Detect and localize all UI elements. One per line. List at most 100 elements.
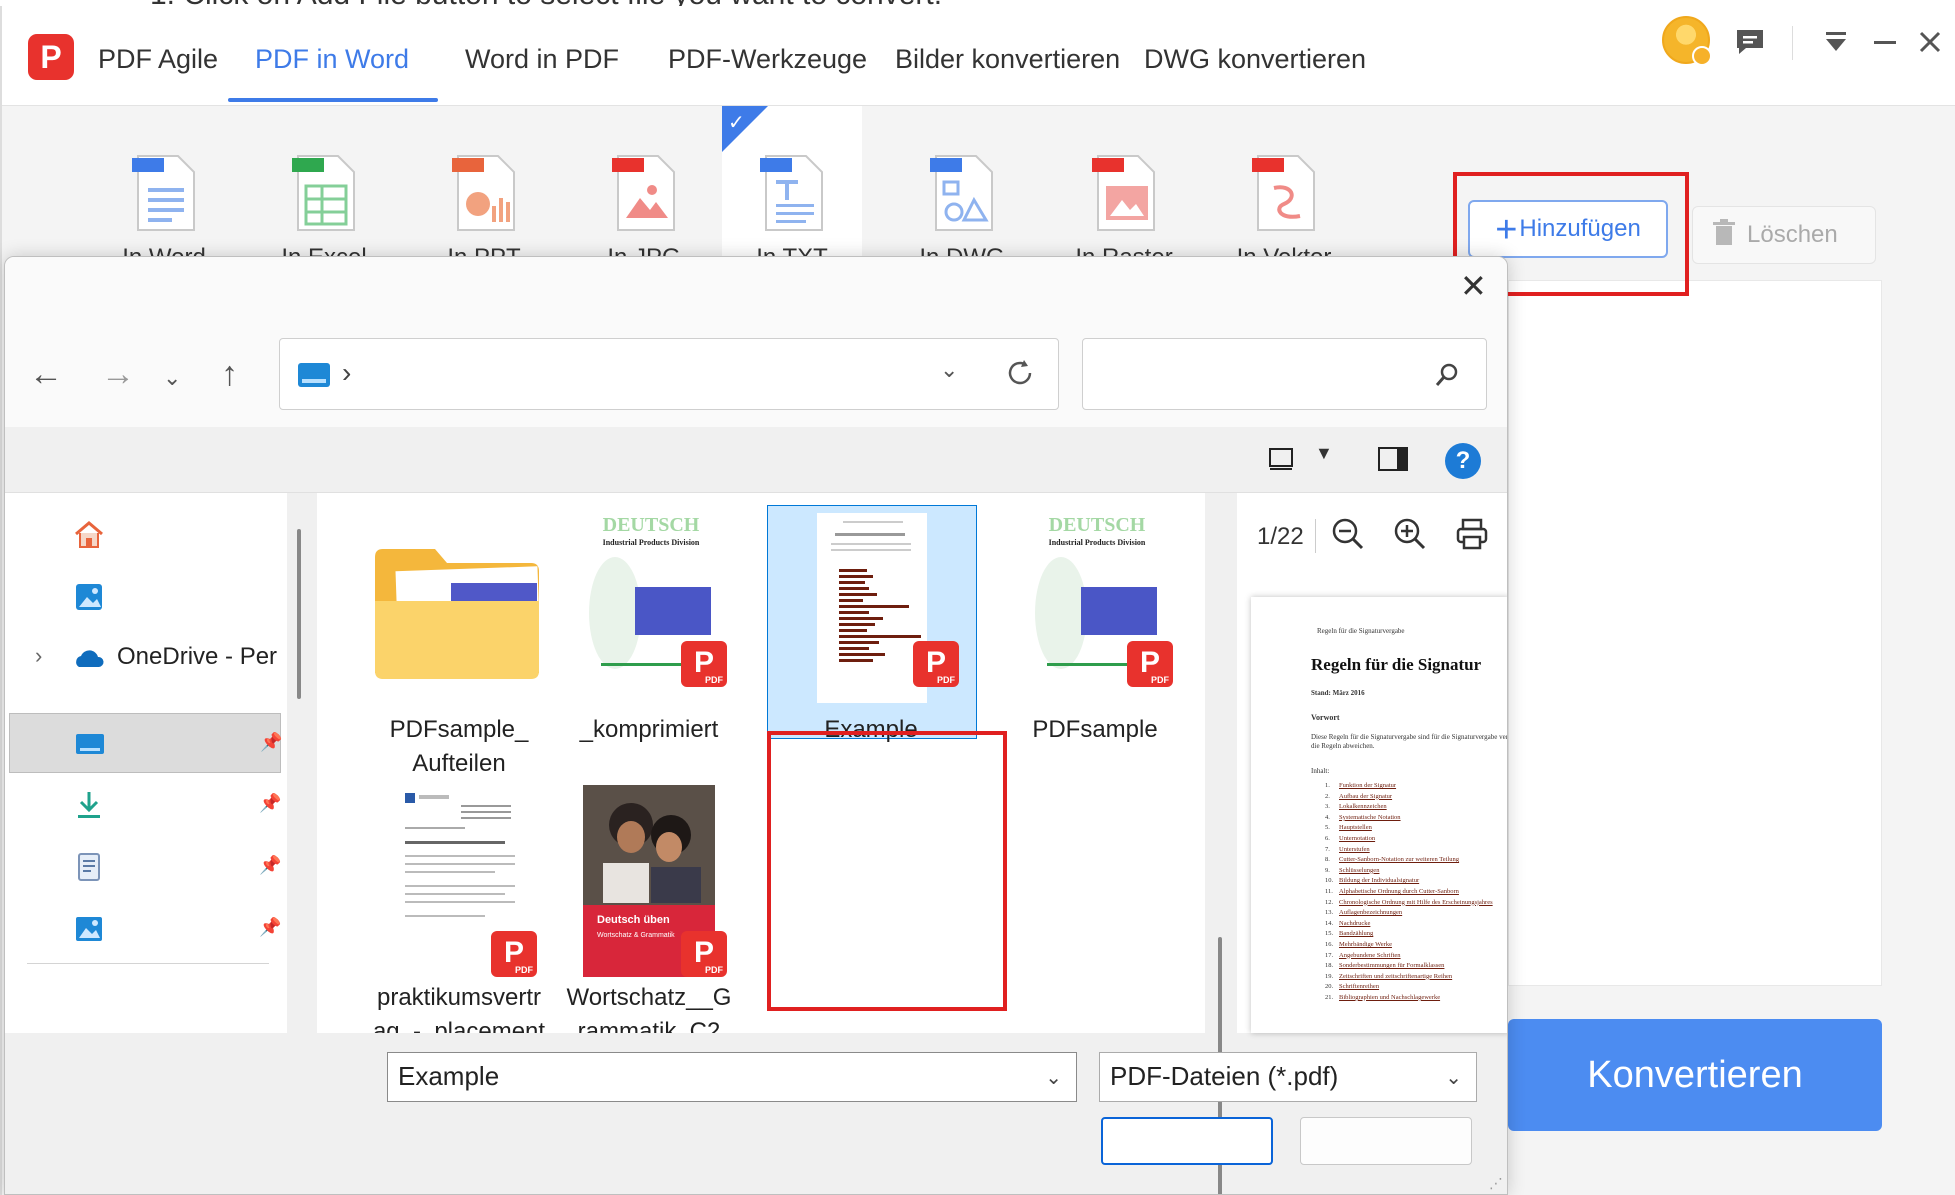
file-item-pdfsample[interactable]: DEUTSCH Industrial Products Division P PD… — [997, 513, 1193, 743]
tool-in-excel[interactable]: In Excel — [254, 106, 394, 271]
preview-divider — [1315, 519, 1316, 553]
file-name: PDFsample — [1032, 716, 1158, 743]
gallery-icon — [76, 584, 102, 610]
cancel-button[interactable] — [1300, 1117, 1472, 1165]
toc-text: Hauptstellen — [1339, 824, 1372, 832]
view-mode-icon[interactable] — [1267, 445, 1295, 473]
open-button[interactable] — [1101, 1117, 1273, 1165]
toc-entry: 19. Zeitschriften und zeitschriftenartige… — [1325, 972, 1507, 983]
up-arrow-icon[interactable]: ↑ — [221, 355, 238, 394]
tool-in-jpg[interactable]: In JPG — [574, 106, 714, 271]
toc-entry: 21. Bibliographien und Nachschlagewerke — [1325, 993, 1507, 1004]
pin-icon[interactable]: 📌 — [259, 793, 281, 813]
dwg-file-icon — [930, 155, 993, 231]
filename-input[interactable]: Example ⌄ — [387, 1052, 1077, 1102]
sidebar-item-downloads[interactable]: 📌 — [9, 775, 281, 835]
address-dropdown-chevron-icon[interactable]: ⌄ — [940, 357, 958, 383]
title-bar: P PDF Agile PDF in Word Word in PDF PDF-… — [2, 6, 1955, 106]
zoom-in-icon[interactable] — [1393, 517, 1427, 551]
tool-in-vektor[interactable]: In Vektor — [1214, 106, 1354, 271]
back-arrow-icon[interactable]: ← — [29, 355, 63, 394]
preview-toc: 1. Funktion der Signatur 2. Aufbau der Sign… — [1325, 781, 1507, 1004]
preview-pane-icon[interactable] — [1377, 445, 1409, 473]
preview-pane: 1/22 Regeln für die Signaturvergabe Rege… — [1237, 493, 1507, 1033]
feedback-icon[interactable] — [1732, 24, 1768, 60]
dialog-close-icon[interactable]: ✕ — [1460, 267, 1487, 305]
dropdown-menu-icon[interactable] — [1818, 24, 1854, 60]
sidebar-item-gallery[interactable] — [9, 567, 281, 627]
tool-in-txt[interactable]: ✓ In TXT — [722, 106, 862, 271]
preview-page: Regeln für die Signaturvergabe Regeln fü… — [1251, 597, 1507, 1033]
filetype-select[interactable]: PDF-Dateien (*.pdf) ⌄ — [1099, 1052, 1477, 1102]
preview-section: Vorwort — [1311, 713, 1340, 722]
active-tab-underline — [228, 98, 438, 102]
refresh-icon[interactable] — [1004, 357, 1036, 389]
sidebar-item-home[interactable] — [9, 505, 281, 565]
file-name-line-1: Wortschatz__G — [566, 984, 732, 1011]
file-item-folder[interactable]: PDFsample_ Aufteilen — [361, 513, 557, 777]
navigation-pane: › OneDrive - Per 📌 📌 📌 📌 — [5, 493, 287, 1033]
toc-number: 4. — [1325, 813, 1330, 821]
file-name: PDFsample_ Aufteilen — [361, 713, 557, 781]
pin-icon[interactable]: 📌 — [260, 732, 282, 752]
zoom-out-icon[interactable] — [1331, 517, 1365, 551]
delete-button[interactable]: Löschen — [1692, 206, 1876, 264]
tool-in-dwg[interactable]: In DWG — [892, 106, 1032, 271]
toc-entry: 13. Auflagenbezeichnungen — [1325, 908, 1507, 919]
file-item-praktikumsvertrag[interactable]: P PDF praktikumsvertr ag_-_placement — [361, 785, 557, 1033]
toc-text: Sonderbestimmungen für Formalklassen — [1339, 962, 1445, 970]
jpg-file-icon — [612, 155, 675, 231]
address-bar[interactable]: › ⌄ — [279, 338, 1059, 410]
toc-number: 16. — [1325, 940, 1334, 948]
pdf-raster-file-icon — [1092, 155, 1155, 231]
search-box[interactable] — [1082, 338, 1487, 410]
tool-in-raster[interactable]: In Raster — [1054, 106, 1194, 271]
desktop-icon — [76, 734, 104, 754]
toc-entry: 20. Schriftenreihen — [1325, 982, 1507, 993]
sidebar-item-pictures[interactable]: 📌 — [9, 899, 281, 959]
help-icon[interactable]: ? — [1445, 443, 1481, 479]
pin-icon[interactable]: 📌 — [259, 917, 281, 937]
filename-value: Example — [398, 1061, 500, 1091]
file-item-example[interactable]: P PDF Example — [767, 505, 977, 743]
documents-icon — [78, 853, 100, 881]
sidebar-scrollbar[interactable] — [297, 529, 301, 699]
filetype-value: PDF-Dateien (*.pdf) — [1110, 1061, 1339, 1091]
sidebar-item-onedrive[interactable]: › OneDrive - Per — [9, 629, 281, 689]
sidebar-item-desktop[interactable]: 📌 — [9, 713, 282, 773]
expand-chevron-icon[interactable]: › — [35, 643, 42, 669]
file-item-wortschatz[interactable]: Deutsch üben Wortschatz & Grammatik P PDF… — [551, 785, 747, 1033]
view-mode-dropdown-icon[interactable]: ▼ — [1315, 443, 1333, 464]
preview-header: Regeln für die Signaturvergabe — [1317, 627, 1405, 635]
toc-number: 8. — [1325, 856, 1330, 864]
toc-entry: 8. Cutter-Sanborn-Notation zur weiteren T… — [1325, 855, 1507, 866]
file-item-komprimiert[interactable]: DEUTSCH Industrial Products Division P PD… — [551, 513, 747, 743]
recent-locations-chevron-icon[interactable]: ⌄ — [163, 365, 181, 391]
nav-pdf-in-word[interactable]: PDF in Word — [255, 44, 409, 75]
toc-number: 7. — [1325, 845, 1330, 853]
minimize-icon[interactable] — [1866, 24, 1902, 60]
toc-entry: 15. Bandzählung — [1325, 929, 1507, 940]
nav-bilder-konvertieren[interactable]: Bilder konvertieren — [895, 44, 1120, 75]
toc-entry: 17. Angebundene Schriften — [1325, 951, 1507, 962]
convert-button[interactable]: Konvertieren — [1508, 1019, 1882, 1131]
file-name-line-2: Aufteilen — [412, 750, 506, 777]
resize-grip-icon[interactable]: ⋰ — [1489, 1175, 1503, 1192]
pdf-badge-icon: P PDF — [1127, 641, 1173, 687]
print-icon[interactable] — [1455, 517, 1489, 551]
sidebar-item-documents[interactable]: 📌 — [9, 837, 281, 897]
file-list: PDFsample_ Aufteilen DEUTSCH Industrial P… — [317, 493, 1205, 1033]
brochure-sub: Industrial Products Division — [1049, 538, 1146, 547]
nav-word-in-pdf[interactable]: Word in PDF — [465, 44, 619, 75]
tool-in-ppt[interactable]: In PPT — [414, 106, 554, 271]
toc-entry: 1. Funktion der Signatur — [1325, 781, 1507, 792]
toc-number: 10. — [1325, 877, 1334, 885]
filename-dropdown-chevron-icon[interactable]: ⌄ — [1045, 1065, 1062, 1090]
forward-arrow-icon[interactable]: → — [101, 355, 135, 394]
close-window-icon[interactable] — [1912, 24, 1948, 60]
tool-in-word[interactable]: In Word — [94, 106, 234, 271]
pin-icon[interactable]: 📌 — [259, 855, 281, 875]
toc-text: Auflagenbezeichnungen — [1339, 909, 1403, 917]
nav-dwg-konvertieren[interactable]: DWG konvertieren — [1144, 44, 1366, 75]
nav-pdf-werkzeuge[interactable]: PDF-Werkzeuge — [668, 44, 867, 75]
